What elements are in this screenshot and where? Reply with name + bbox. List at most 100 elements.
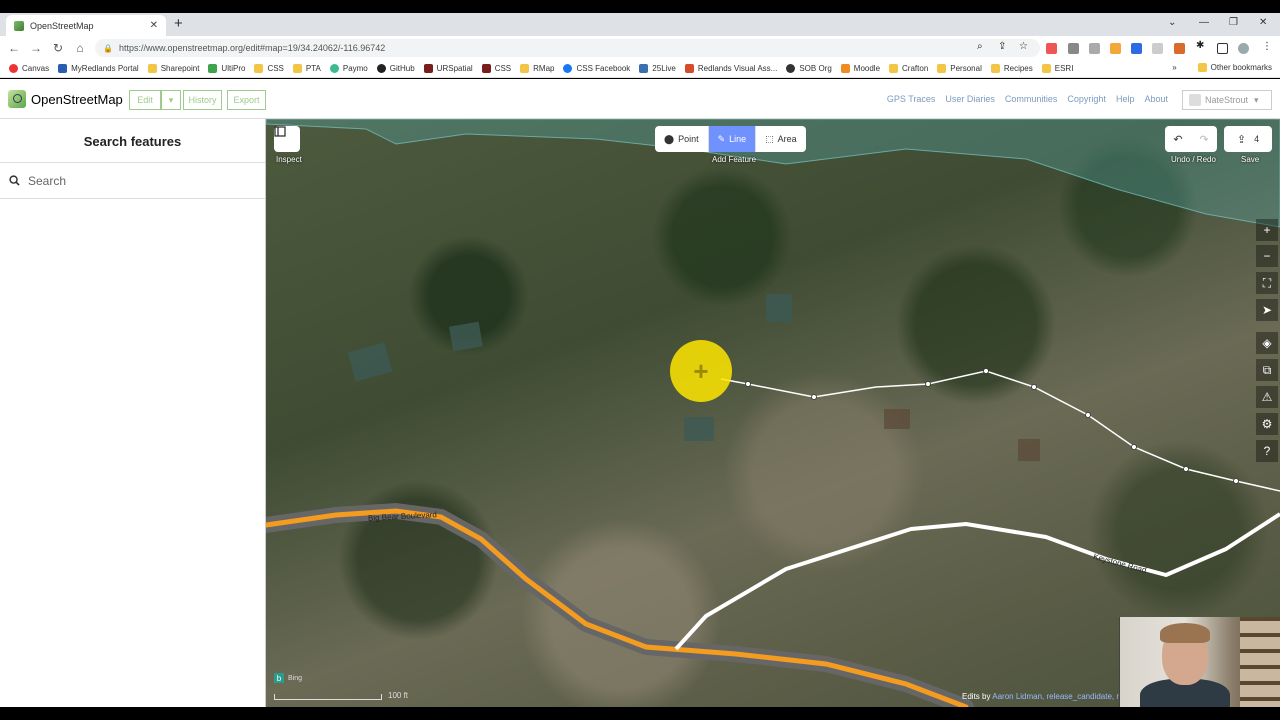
home-icon[interactable]: ⌂	[69, 41, 91, 55]
building[interactable]	[684, 417, 714, 441]
bookmark[interactable]: UltiPro	[208, 64, 245, 73]
extension-icon[interactable]	[1046, 43, 1057, 54]
nav-help[interactable]: Help	[1116, 94, 1135, 104]
history-button[interactable]: History	[183, 90, 222, 110]
point-mode-button[interactable]: ⬤ Point	[655, 126, 709, 152]
undo-icon: ↶	[1173, 133, 1183, 146]
extension-icon[interactable]	[1152, 43, 1163, 54]
sidepanel-icon[interactable]	[1217, 43, 1228, 54]
new-tab-icon[interactable]: +	[174, 16, 183, 31]
back-icon[interactable]: ←	[3, 41, 25, 55]
bookmarks-overflow-icon[interactable]: »	[1172, 63, 1176, 72]
restore-icon[interactable]: ❐	[1229, 17, 1238, 28]
extension-icon[interactable]	[1131, 43, 1142, 54]
bookmark[interactable]: MyRedlands Portal	[58, 64, 139, 73]
nav-communities[interactable]: Communities	[1005, 94, 1058, 104]
bookshelf	[1240, 617, 1280, 707]
help-pane-button[interactable]: ?	[1256, 440, 1278, 462]
building[interactable]	[448, 321, 483, 352]
bookmark[interactable]: Personal	[937, 64, 982, 73]
geolocate-button[interactable]: ➤	[1256, 299, 1278, 321]
edit-button[interactable]: Edit	[129, 90, 161, 110]
road-label-keystone: Keystone Road	[1092, 552, 1147, 575]
area-mode-button[interactable]: ⬚ Area	[756, 126, 806, 152]
sidebar-title: Search features	[83, 134, 182, 149]
brand-name: OpenStreetMap	[31, 91, 123, 107]
preferences-pane-button[interactable]: ⚙	[1256, 413, 1278, 435]
minimize-icon[interactable]: —	[1199, 17, 1209, 28]
building[interactable]	[766, 294, 792, 322]
bookmark[interactable]: Redlands Visual Ass...	[684, 64, 777, 73]
close-window-icon[interactable]: ✕	[1259, 17, 1267, 28]
bookmark[interactable]: Sharepoint	[147, 64, 199, 73]
bookmark[interactable]: CSS Facebook	[563, 64, 630, 73]
bookmark[interactable]: Paymo	[329, 64, 368, 73]
bookmark[interactable]: Recipes	[990, 64, 1033, 73]
bookmark[interactable]: Canvas	[9, 64, 49, 73]
save-button[interactable]: ⇪ 4	[1224, 126, 1272, 152]
other-bookmarks[interactable]: Other bookmarks	[1197, 63, 1272, 72]
tab-search-icon[interactable]: ⌄	[1168, 17, 1176, 28]
bookmark[interactable]: CSS	[481, 64, 511, 73]
extension-icon[interactable]	[1110, 43, 1121, 54]
extension-icon[interactable]	[1068, 43, 1079, 54]
background-pane-button[interactable]: ◈	[1256, 332, 1278, 354]
map-data-pane-button[interactable]: ⧉	[1256, 359, 1278, 381]
building[interactable]	[884, 409, 910, 429]
browser-tab[interactable]: OpenStreetMap ✕	[6, 15, 166, 36]
imagery-name: Bing	[288, 674, 303, 682]
building[interactable]	[1018, 439, 1040, 461]
menu-icon[interactable]: ⋮	[1262, 41, 1273, 52]
bookmark[interactable]: Moodle	[840, 64, 880, 73]
forward-icon[interactable]: →	[25, 41, 47, 55]
zoom-in-button[interactable]: +	[1256, 219, 1278, 241]
zoom-to-selection-button[interactable]: ⛶	[1256, 272, 1278, 294]
inspect-toggle-button[interactable]	[274, 126, 300, 152]
issues-pane-button[interactable]: ⚠	[1256, 386, 1278, 408]
bookmark[interactable]: ESRI	[1041, 64, 1073, 73]
extension-icon[interactable]	[1089, 43, 1100, 54]
redo-icon: ↷	[1199, 133, 1209, 146]
undo-button[interactable]: ↶	[1165, 126, 1191, 152]
bookmark[interactable]: GitHub	[376, 64, 415, 73]
reload-icon[interactable]: ↻	[47, 41, 69, 55]
bookmark[interactable]: CSS	[254, 64, 284, 73]
search-box	[0, 162, 265, 199]
imagery-logo[interactable]: b Bing	[274, 673, 302, 683]
search-input[interactable]	[28, 173, 248, 188]
building[interactable]	[347, 342, 393, 382]
zoom-out-button[interactable]: −	[1256, 245, 1278, 267]
scale-bar[interactable]: 100 ft	[274, 691, 408, 700]
close-tab-icon[interactable]: ✕	[150, 20, 158, 31]
user-menu[interactable]: NateStrout ▾	[1182, 90, 1272, 110]
profile-avatar-icon[interactable]	[1238, 43, 1249, 54]
bookmark[interactable]: Crafton	[889, 64, 928, 73]
search-icon	[9, 175, 20, 186]
scale-line	[274, 694, 382, 700]
nav-copyright[interactable]: Copyright	[1067, 94, 1106, 104]
bookmark[interactable]: PTA	[292, 64, 321, 73]
search-icon[interactable]: ⌕	[977, 41, 988, 52]
star-icon[interactable]: ☆	[1019, 41, 1030, 52]
line-mode-button[interactable]: ✎ Line	[708, 126, 757, 152]
nav-gps-traces[interactable]: GPS Traces	[887, 94, 936, 104]
puzzle-icon[interactable]: ✱	[1196, 40, 1207, 51]
bookmark[interactable]: SOB Org	[786, 64, 832, 73]
attribution-link[interactable]: Aaron Lidman, release_candidate, n	[992, 692, 1121, 701]
osm-favicon-icon	[14, 20, 24, 31]
export-button[interactable]: Export	[227, 90, 266, 110]
edit-dropdown-icon[interactable]: ▾	[161, 90, 181, 110]
bookmark[interactable]: 25Live	[639, 64, 676, 73]
add-feature-toolbar: ⬤ Point ✎ Line ⬚ Area	[655, 126, 806, 152]
share-icon[interactable]: ⇪	[998, 41, 1009, 52]
bookmark[interactable]: URSpatial	[423, 64, 473, 73]
redo-button[interactable]: ↷	[1191, 126, 1217, 152]
extension-icon[interactable]	[1174, 43, 1185, 54]
address-bar[interactable]: 🔒 https://www.openstreetmap.org/edit#map…	[95, 39, 1040, 57]
line-vertices[interactable]	[745, 368, 1239, 484]
drawn-line[interactable]	[720, 370, 1280, 492]
bookmark[interactable]: RMap	[520, 64, 554, 73]
osm-logo[interactable]: OpenStreetMap	[8, 90, 123, 108]
nav-user-diaries[interactable]: User Diaries	[945, 94, 995, 104]
nav-about[interactable]: About	[1144, 94, 1168, 104]
